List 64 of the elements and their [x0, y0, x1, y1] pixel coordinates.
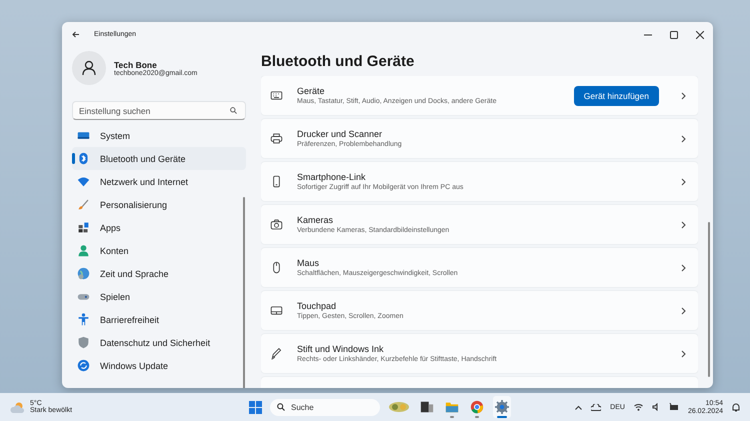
cloud-icon[interactable] [591, 404, 602, 410]
brush-icon [77, 198, 90, 211]
folder-icon [445, 400, 459, 414]
card-title: Maus [297, 258, 320, 268]
selection-indicator [72, 153, 75, 164]
battery-icon[interactable] [668, 403, 679, 411]
sidebar-item[interactable]: Konten [72, 239, 246, 262]
chevron-icon [681, 134, 686, 142]
add-device-button[interactable]: Gerät hinzufügen [574, 86, 659, 106]
gear-icon [495, 400, 509, 414]
chevron-icon [681, 220, 686, 228]
sidebar-item[interactable]: Apps [72, 216, 246, 239]
chevron-up-icon[interactable] [575, 404, 582, 410]
sidebar-item[interactable]: Zeit und Sprache [72, 262, 246, 285]
chevron-icon [681, 92, 686, 100]
card-title: Touchpad [297, 301, 338, 311]
camera-icon [270, 218, 283, 231]
network-icon [77, 175, 90, 188]
sidebar-item[interactable]: Datenschutz und Sicherheit [72, 331, 246, 354]
sidebar-item[interactable]: Personalisierung [72, 193, 246, 216]
printer-icon [270, 132, 283, 145]
search-icon [277, 403, 285, 411]
search-field[interactable]: Einstellung suchen [72, 101, 246, 120]
chevron-icon [681, 306, 686, 314]
card-title: Smartphone-Link [297, 172, 367, 182]
taskbar-search-field[interactable]: Suche [270, 398, 380, 416]
sidebar-item[interactable]: Bluetooth und Geräte [72, 147, 246, 170]
globe-icon [77, 267, 90, 280]
page-title: Bluetooth und Geräte [261, 53, 416, 70]
chevron-icon [681, 264, 686, 272]
chevron-icon [681, 178, 686, 186]
apps-icon [77, 221, 90, 234]
pen-icon [270, 347, 283, 360]
update-icon [77, 359, 90, 372]
chevron-icon [681, 350, 686, 358]
sidebar-item[interactable]: Netzwerk und Internet [72, 170, 246, 193]
windows-logo-icon[interactable] [249, 400, 262, 414]
card-title: Stift und Windows Ink [297, 344, 385, 354]
back-icon[interactable] [72, 31, 80, 38]
shield-icon [77, 336, 90, 349]
sidebar-item[interactable]: Barrierefreiheit [72, 308, 246, 331]
search-highlight-drawing[interactable] [388, 401, 410, 413]
card-title: Kameras [297, 215, 334, 225]
person-icon [81, 60, 97, 76]
card-title: Geräte [297, 86, 326, 96]
wifi-icon[interactable] [634, 403, 643, 411]
taskbar-app[interactable] [493, 396, 511, 418]
search-icon [230, 107, 237, 114]
window-stack-icon [420, 400, 434, 414]
touchpad-icon [270, 304, 283, 317]
sidebar-item[interactable]: Windows Update [72, 354, 246, 377]
browser-icon [470, 400, 484, 414]
maximize-icon[interactable] [670, 30, 678, 38]
account-name: Tech Bone [114, 60, 157, 70]
bell-icon[interactable] [732, 402, 740, 412]
speaker-icon[interactable] [652, 403, 660, 411]
keyboard-icon [270, 89, 283, 102]
accessibility-icon [77, 313, 90, 326]
bluetooth-icon [77, 152, 90, 165]
sidebar-item[interactable]: System [72, 124, 246, 147]
person-icon [77, 244, 90, 257]
sidebar-item[interactable]: Spielen [72, 285, 246, 308]
close-icon[interactable] [696, 30, 704, 38]
card-title: Drucker und Scanner [297, 129, 384, 139]
